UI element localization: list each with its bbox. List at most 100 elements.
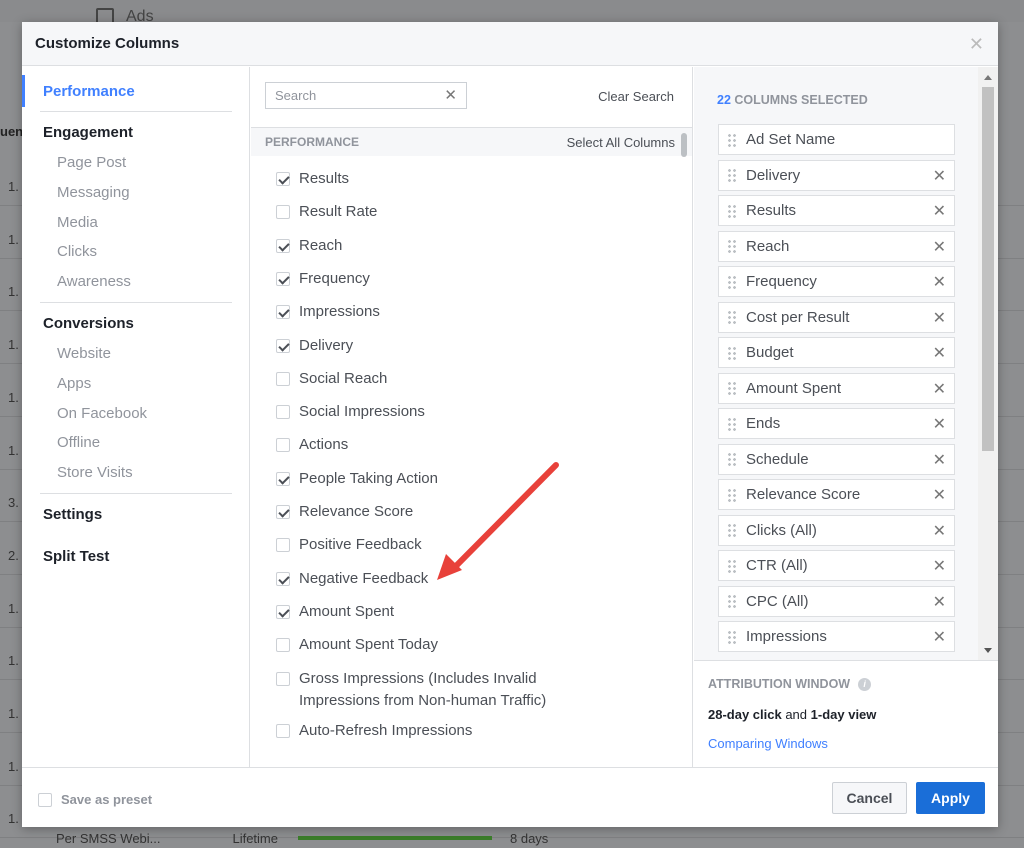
selected-column-chip[interactable]: Reach ✕ [718, 230, 955, 262]
selected-column-chip[interactable]: Schedule ✕ [718, 443, 955, 475]
checkbox[interactable] [276, 723, 290, 738]
info-icon[interactable]: i [858, 677, 872, 691]
column-option[interactable]: Positive Feedback [276, 534, 422, 556]
selected-column-chip[interactable]: Amount Spent ✕ [718, 372, 955, 404]
column-option[interactable]: Relevance Score [276, 501, 413, 523]
checkbox[interactable] [276, 438, 290, 453]
scroll-thumb[interactable] [982, 87, 994, 451]
nav-split-test[interactable]: Split Test [43, 548, 109, 565]
column-option[interactable]: Amount Spent [276, 601, 394, 623]
drag-handle-icon[interactable] [727, 132, 737, 147]
column-option[interactable]: Results [276, 168, 349, 190]
nav-sub-offline[interactable]: Offline [57, 434, 100, 451]
drag-handle-icon[interactable] [727, 345, 737, 360]
clear-search-link[interactable]: Clear Search [598, 89, 674, 104]
drag-handle-icon[interactable] [727, 168, 737, 182]
checkbox[interactable] [276, 571, 290, 586]
remove-icon[interactable]: ✕ [933, 485, 946, 505]
checkbox[interactable] [276, 305, 290, 320]
checkbox[interactable] [276, 271, 290, 286]
checkbox[interactable] [276, 405, 290, 420]
nav-sub-on-facebook[interactable]: On Facebook [57, 405, 147, 422]
nav-sub-clicks[interactable]: Clicks [57, 243, 97, 260]
selected-column-chip[interactable]: Budget ✕ [718, 337, 955, 368]
checkbox[interactable] [276, 671, 290, 686]
drag-handle-icon[interactable] [727, 629, 737, 644]
nav-conversions[interactable]: Conversions [43, 315, 134, 332]
selected-column-chip[interactable]: Ad Set Name [718, 124, 955, 155]
comparing-windows-link[interactable]: Comparing Windows [708, 736, 876, 751]
checkbox[interactable] [276, 505, 290, 519]
column-option[interactable]: Delivery [276, 335, 353, 357]
selected-column-chip[interactable]: Results ✕ [718, 195, 955, 226]
column-option[interactable]: Frequency [276, 268, 370, 290]
drag-handle-icon[interactable] [727, 523, 737, 537]
selected-column-chip[interactable]: Delivery ✕ [718, 159, 955, 191]
selected-scrollbar[interactable] [978, 67, 998, 660]
drag-handle-icon[interactable] [727, 310, 737, 324]
nav-engagement[interactable]: Engagement [43, 124, 133, 141]
remove-icon[interactable]: ✕ [933, 237, 946, 257]
selected-column-chip[interactable]: Impressions ✕ [718, 621, 955, 652]
remove-icon[interactable]: ✕ [933, 521, 946, 541]
checkbox[interactable] [276, 471, 290, 486]
selected-column-chip[interactable]: Cost per Result ✕ [718, 301, 955, 333]
nav-sub-media[interactable]: Media [57, 214, 98, 231]
column-option[interactable]: People Taking Action [276, 468, 438, 490]
remove-icon[interactable]: ✕ [933, 166, 946, 186]
remove-icon[interactable]: ✕ [933, 272, 946, 292]
selected-column-chip[interactable]: Clicks (All) ✕ [718, 514, 955, 546]
remove-icon[interactable]: ✕ [933, 379, 946, 399]
drag-handle-icon[interactable] [727, 452, 737, 466]
drag-handle-icon[interactable] [727, 381, 737, 395]
checkbox[interactable] [276, 205, 290, 220]
nav-performance[interactable]: Performance [43, 83, 135, 100]
drag-handle-icon[interactable] [727, 274, 737, 289]
remove-icon[interactable]: ✕ [933, 201, 946, 221]
nav-sub-store-visits[interactable]: Store Visits [57, 464, 133, 481]
scroll-down-icon[interactable] [984, 648, 992, 653]
drag-handle-icon[interactable] [727, 487, 737, 502]
nav-sub-page-post[interactable]: Page Post [57, 154, 126, 171]
checkbox[interactable] [276, 604, 290, 619]
nav-settings[interactable]: Settings [43, 506, 102, 523]
drag-handle-icon[interactable] [727, 594, 737, 608]
column-option[interactable]: Social Impressions [276, 401, 425, 423]
options-scrollbar[interactable] [681, 133, 687, 157]
checkbox[interactable] [276, 371, 290, 386]
selected-column-chip[interactable]: Ends ✕ [718, 408, 955, 439]
checkbox[interactable] [38, 792, 52, 807]
select-all-columns-link[interactable]: Select All Columns [567, 135, 675, 150]
scroll-up-icon[interactable] [984, 75, 992, 80]
selected-column-chip[interactable]: CTR (All) ✕ [718, 550, 955, 581]
selected-column-chip[interactable]: CPC (All) ✕ [718, 585, 955, 617]
drag-handle-icon[interactable] [727, 239, 737, 253]
drag-handle-icon[interactable] [727, 558, 737, 573]
column-option[interactable]: Negative Feedback [276, 568, 428, 590]
selected-column-chip[interactable]: Relevance Score ✕ [718, 479, 955, 510]
checkbox[interactable] [276, 172, 290, 186]
remove-icon[interactable]: ✕ [933, 450, 946, 470]
column-option[interactable]: Actions [276, 434, 348, 456]
checkbox[interactable] [276, 538, 290, 553]
column-option[interactable]: Social Reach [276, 368, 387, 390]
close-icon[interactable]: ✕ [969, 34, 984, 55]
column-option[interactable]: Impressions [276, 301, 380, 323]
column-option[interactable]: Reach [276, 235, 342, 257]
nav-sub-website[interactable]: Website [57, 345, 111, 362]
drag-handle-icon[interactable] [727, 416, 737, 431]
checkbox[interactable] [276, 638, 290, 653]
apply-button[interactable]: Apply [916, 782, 985, 814]
remove-icon[interactable]: ✕ [933, 343, 946, 363]
selected-column-chip[interactable]: Frequency ✕ [718, 266, 955, 297]
checkbox[interactable] [276, 338, 290, 353]
nav-sub-apps[interactable]: Apps [57, 375, 91, 392]
column-option[interactable]: Gross Impressions (Includes Invalid Impr… [276, 668, 579, 712]
remove-icon[interactable]: ✕ [933, 556, 946, 576]
clear-search-icon[interactable]: ✕ [444, 86, 457, 104]
remove-icon[interactable]: ✕ [933, 414, 946, 434]
column-option[interactable]: Result Rate [276, 201, 377, 223]
checkbox[interactable] [276, 238, 290, 253]
column-option[interactable]: Amount Spent Today [276, 634, 438, 656]
nav-sub-awareness[interactable]: Awareness [57, 273, 131, 290]
